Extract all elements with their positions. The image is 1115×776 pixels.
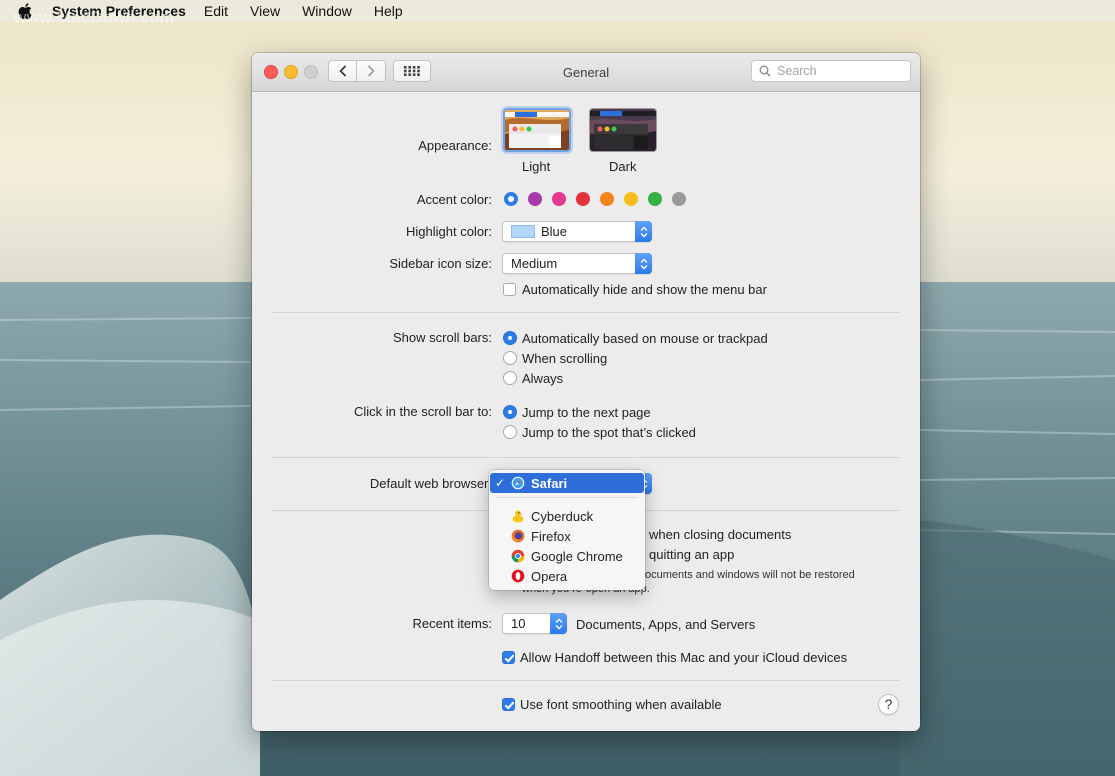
auto-hide-menu-bar-label: Automatically hide and show the menu bar (522, 282, 767, 297)
scroll-bars-auto-radio[interactable] (503, 331, 517, 345)
divider (272, 680, 900, 681)
recent-items-value: 10 (511, 616, 526, 631)
sidebar-icon-size-value: Medium (511, 256, 558, 271)
scroll-bars-when-scrolling-label: When scrolling (522, 351, 608, 366)
checkmark-icon: ✓ (495, 476, 506, 490)
click-scroll-bar-label: Click in the scroll bar to: (354, 404, 492, 419)
help-button[interactable]: ? (878, 694, 899, 715)
jump-next-page-label: Jump to the next page (522, 405, 651, 420)
default-browser-label: Default web browser: (369, 476, 492, 491)
accent-graphite-swatch[interactable] (672, 192, 686, 206)
watermark: www.MacDown.com (14, 8, 175, 27)
search-icon (759, 65, 771, 77)
menu-item-cyberduck-label: Cyberduck (531, 508, 594, 524)
scroll-bars-when-scrolling-radio[interactable] (503, 351, 517, 365)
appearance-dark-thumbnail[interactable] (589, 108, 657, 152)
accent-red-swatch[interactable] (576, 192, 590, 206)
ask-keep-changes-label: when closing documents (649, 527, 792, 542)
show-scroll-bars-label: Show scroll bars: (393, 330, 492, 345)
sidebar-icon-size-popup[interactable]: Medium (502, 253, 652, 274)
handoff-checkbox[interactable] (502, 651, 515, 664)
accent-yellow-swatch[interactable] (624, 192, 638, 206)
highlight-color-label: Highlight color: (406, 224, 492, 239)
menu-item-opera[interactable]: Opera (489, 566, 645, 586)
default-browser-menu: ✓ Safari Cyberduck Firefox Google Chrome (489, 470, 645, 590)
appearance-light-label: Light (522, 159, 551, 174)
scroll-bars-always-radio[interactable] (503, 371, 517, 385)
highlight-color-value: Blue (541, 224, 568, 239)
handoff-label: Allow Handoff between this Mac and your … (520, 650, 848, 665)
highlight-color-popup[interactable]: Blue (502, 221, 652, 242)
title-bar[interactable]: General (252, 53, 920, 92)
recent-items-label: Recent items: (412, 616, 492, 631)
search-input[interactable] (777, 64, 897, 78)
menu-item-opera-label: Opera (531, 568, 568, 584)
menu-separator (497, 497, 637, 498)
font-smoothing-label: Use font smoothing when available (520, 697, 722, 712)
jump-spot-clicked-label: Jump to the spot that’s clicked (522, 425, 696, 440)
menu-view[interactable]: View (250, 3, 280, 19)
scroll-bars-always-label: Always (522, 371, 564, 386)
search-field[interactable] (751, 60, 911, 82)
opera-icon (511, 569, 525, 583)
chevron-updown-icon (550, 613, 567, 634)
menu-item-firefox-label: Firefox (531, 528, 571, 544)
cyberduck-icon (511, 509, 525, 523)
appearance-label: Appearance: (418, 138, 492, 153)
recent-items-popup[interactable]: 10 (502, 613, 567, 634)
divider (272, 312, 900, 313)
menu-item-firefox[interactable]: Firefox (489, 526, 645, 546)
accent-purple-swatch[interactable] (528, 192, 542, 206)
accent-orange-swatch[interactable] (600, 192, 614, 206)
safari-icon (511, 476, 525, 490)
menu-item-safari-label: Safari (531, 475, 568, 491)
accent-color-label: Accent color: (416, 192, 492, 207)
scroll-bars-auto-label: Automatically based on mouse or trackpad (522, 331, 768, 346)
recent-items-suffix: Documents, Apps, and Servers (576, 617, 756, 632)
appearance-dark-label: Dark (609, 159, 637, 174)
auto-hide-menu-bar-checkbox[interactable] (503, 283, 516, 296)
sidebar-icon-size-label: Sidebar icon size: (389, 256, 492, 271)
accent-pink-swatch[interactable] (552, 192, 566, 206)
appearance-light-thumbnail[interactable] (503, 108, 571, 152)
menu-help[interactable]: Help (374, 3, 403, 19)
documents-note-line1: ocuments and windows will not be restore… (645, 569, 855, 581)
jump-next-page-radio[interactable] (503, 405, 517, 419)
menu-window[interactable]: Window (302, 3, 352, 19)
highlight-color-swatch (511, 225, 535, 238)
chevron-updown-icon (635, 221, 652, 242)
menu-item-google-chrome[interactable]: Google Chrome (489, 546, 645, 566)
menu-item-safari[interactable]: ✓ Safari (490, 473, 644, 493)
font-smoothing-checkbox[interactable] (502, 698, 515, 711)
menu-edit[interactable]: Edit (204, 3, 228, 19)
accent-green-swatch[interactable] (648, 192, 662, 206)
menu-item-cyberduck[interactable]: Cyberduck (489, 506, 645, 526)
menu-item-google-chrome-label: Google Chrome (531, 548, 623, 564)
divider (272, 457, 900, 458)
firefox-icon (511, 529, 525, 543)
preferences-window: General Appearance: Light (252, 53, 920, 731)
accent-blue-swatch[interactable] (504, 192, 518, 206)
chrome-icon (511, 549, 525, 563)
close-windows-quit-label: quitting an app (649, 547, 735, 562)
jump-spot-clicked-radio[interactable] (503, 425, 517, 439)
chevron-updown-icon (635, 253, 652, 274)
